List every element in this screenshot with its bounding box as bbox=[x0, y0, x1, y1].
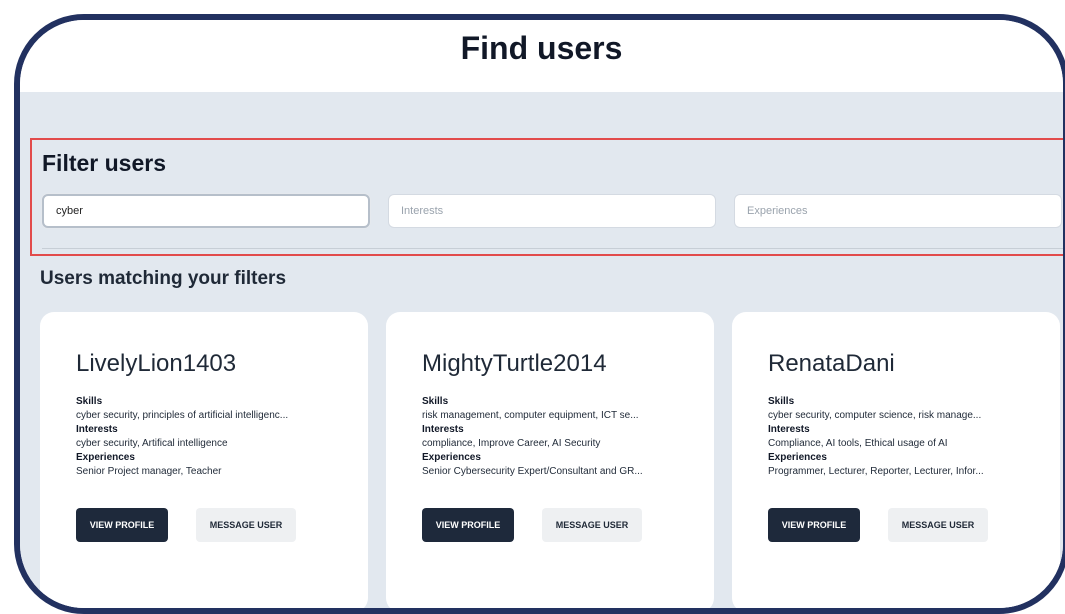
rounded-frame: Find users Filter users Users matching y… bbox=[14, 14, 1065, 614]
interests-label: Interests bbox=[422, 424, 464, 435]
experiences-label: Experiences bbox=[76, 452, 135, 463]
find-users-page: Find users Filter users Users matching y… bbox=[20, 20, 1063, 608]
interests-value: Compliance, AI tools, Ethical usage of A… bbox=[768, 438, 948, 449]
message-user-button[interactable]: MESSAGE USER bbox=[542, 508, 642, 542]
user-name: MightyTurtle2014 bbox=[422, 350, 607, 377]
message-user-button[interactable]: MESSAGE USER bbox=[196, 508, 296, 542]
main-content: Filter users Users matching your filters… bbox=[20, 92, 1063, 608]
skills-value: cyber security, principles of artificial… bbox=[76, 410, 289, 421]
filter-title: Filter users bbox=[42, 150, 166, 176]
skills-filter-input[interactable] bbox=[42, 194, 370, 228]
interests-value: cyber security, Artifical intelligence bbox=[76, 438, 228, 449]
skills-value: cyber security, computer science, risk m… bbox=[768, 410, 982, 421]
message-user-button[interactable]: MESSAGE USER bbox=[888, 508, 988, 542]
view-profile-button[interactable]: VIEW PROFILE bbox=[76, 508, 168, 542]
user-name: LivelyLion1403 bbox=[76, 350, 237, 377]
user-card: LivelyLion1403 Skills cyber security, pr… bbox=[40, 312, 368, 608]
interests-label: Interests bbox=[768, 424, 810, 435]
filter-section: Filter users bbox=[30, 138, 1063, 256]
experiences-value: Programmer, Lecturer, Reporter, Lecturer… bbox=[768, 466, 984, 477]
filter-divider bbox=[42, 248, 1063, 249]
skills-label: Skills bbox=[422, 396, 449, 407]
experiences-value: Senior Cybersecurity Expert/Consultant a… bbox=[422, 466, 643, 477]
interests-value: compliance, Improve Career, AI Security bbox=[422, 438, 601, 449]
skills-value: risk management, computer equipment, ICT… bbox=[422, 410, 639, 421]
page-title: Find users bbox=[460, 30, 623, 66]
interests-filter-input[interactable] bbox=[388, 194, 716, 228]
skills-label: Skills bbox=[768, 396, 795, 407]
experiences-value: Senior Project manager, Teacher bbox=[76, 466, 222, 477]
user-card: MightyTurtle2014 Skills risk management,… bbox=[386, 312, 714, 608]
user-name: RenataDani bbox=[768, 350, 895, 377]
results-title: Users matching your filters bbox=[40, 268, 287, 289]
user-card: RenataDani Skills cyber security, comput… bbox=[732, 312, 1060, 608]
header: Find users bbox=[20, 20, 1063, 92]
view-profile-button[interactable]: VIEW PROFILE bbox=[768, 508, 860, 542]
view-profile-button[interactable]: VIEW PROFILE bbox=[422, 508, 514, 542]
experiences-label: Experiences bbox=[768, 452, 827, 463]
interests-label: Interests bbox=[76, 424, 118, 435]
experiences-label: Experiences bbox=[422, 452, 481, 463]
skills-label: Skills bbox=[76, 396, 103, 407]
experiences-filter-input[interactable] bbox=[734, 194, 1062, 228]
